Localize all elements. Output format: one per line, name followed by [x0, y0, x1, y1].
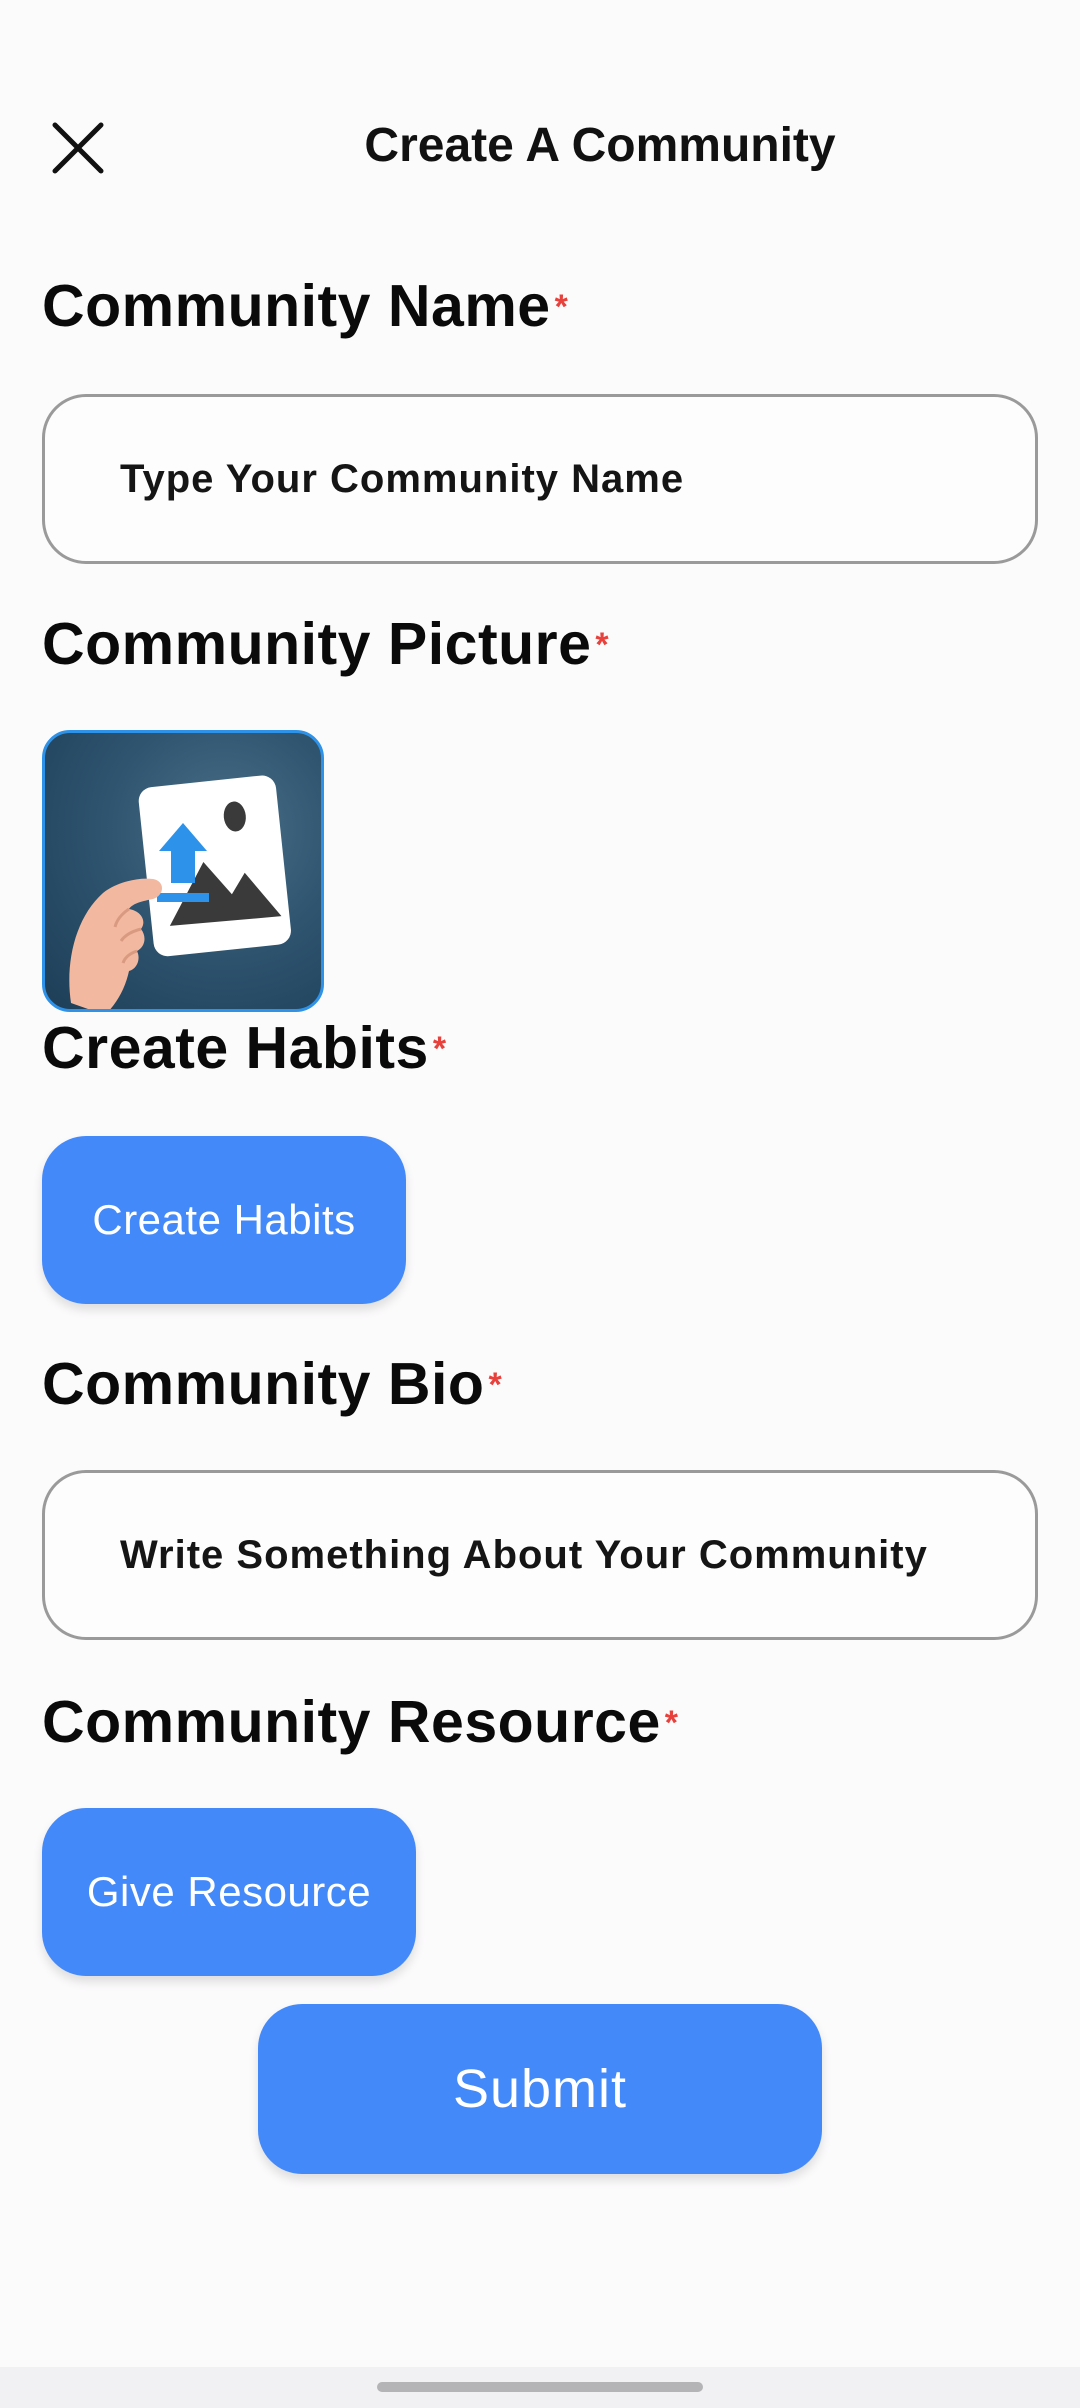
create-habits-label: Create Habits * — [42, 1015, 447, 1081]
community-bio-label: Community Bio * — [42, 1351, 503, 1417]
required-marker: * — [554, 288, 569, 326]
home-indicator[interactable] — [377, 2382, 703, 2392]
community-picture-upload[interactable] — [42, 730, 324, 1012]
community-resource-label: Community Resource * — [42, 1689, 679, 1755]
required-marker: * — [595, 626, 610, 664]
upload-image-icon — [69, 775, 291, 1009]
community-name-input[interactable]: Type Your Community Name — [42, 394, 1038, 564]
submit-button[interactable]: Submit — [258, 2004, 822, 2174]
community-bio-input[interactable]: Write Something About Your Community — [42, 1470, 1038, 1640]
required-marker: * — [432, 1030, 447, 1068]
page-title: Create A Community — [364, 119, 836, 172]
community-bio-placeholder: Write Something About Your Community — [120, 1532, 928, 1577]
give-resource-button[interactable]: Give Resource — [42, 1808, 416, 1976]
required-marker: * — [664, 1704, 679, 1742]
create-habits-button[interactable]: Create Habits — [42, 1136, 406, 1304]
create-habits-button-label: Create Habits — [92, 1196, 356, 1243]
submit-button-label: Submit — [452, 2059, 628, 2119]
create-community-screen: Create A Community Community Name * Type … — [0, 0, 1080, 2408]
give-resource-button-label: Give Resource — [86, 1868, 372, 1915]
community-name-label: Community Name * — [42, 273, 569, 339]
community-name-placeholder: Type Your Community Name — [120, 456, 685, 501]
required-marker: * — [488, 1366, 503, 1404]
community-picture-label: Community Picture * — [42, 611, 610, 677]
